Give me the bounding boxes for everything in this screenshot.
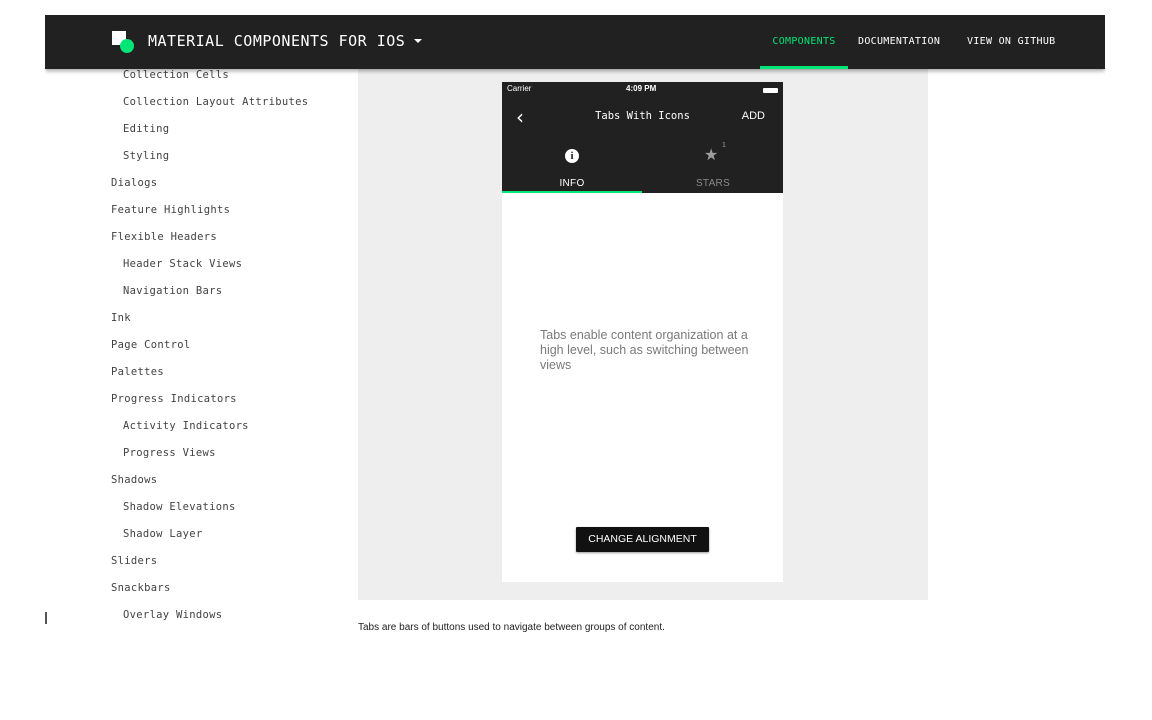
- page-caption: Tabs are bars of buttons used to navigat…: [358, 622, 665, 633]
- sidebar-item-collection-cells[interactable]: Collection Cells: [111, 69, 229, 81]
- sidebar-item-overlay-windows[interactable]: Overlay Windows: [111, 609, 222, 621]
- sidebar-item-styling[interactable]: Styling: [111, 150, 169, 162]
- change-alignment-button[interactable]: CHANGE ALIGNMENT: [576, 527, 709, 552]
- sidebar-item-header-stack-views[interactable]: Header Stack Views: [111, 258, 242, 270]
- tab-content-text: Tabs enable content organization at a hi…: [540, 328, 749, 372]
- nav-active-indicator: [760, 66, 848, 69]
- add-button[interactable]: ADD: [742, 110, 765, 122]
- battery-icon: [763, 88, 778, 93]
- star-icon: ★: [704, 145, 719, 164]
- sidebar-item-collection-layout-attributes[interactable]: Collection Layout Attributes: [111, 96, 308, 108]
- demo-panel: Carrier 4:09 PM ‹ Tabs With Icons ADD i …: [358, 69, 928, 600]
- logo-icon[interactable]: [112, 31, 136, 55]
- sidebar-item-navigation-bars[interactable]: Navigation Bars: [111, 285, 222, 297]
- top-app-bar: MATERIAL COMPONENTS FOR IOS COMPONENTS D…: [45, 15, 1105, 69]
- sidebar-item-progress-indicators[interactable]: Progress Indicators: [111, 393, 237, 405]
- tab-indicator: [502, 191, 642, 193]
- phone-header: Carrier 4:09 PM ‹ Tabs With Icons ADD i …: [502, 82, 783, 193]
- sidebar-item-flexible-headers[interactable]: Flexible Headers: [111, 231, 217, 243]
- status-carrier: Carrier: [507, 84, 532, 93]
- sidebar-item-dialogs[interactable]: Dialogs: [111, 177, 157, 189]
- tab-info[interactable]: INFO: [502, 178, 642, 189]
- sidebar-item-shadow-layer[interactable]: Shadow Layer: [111, 528, 202, 540]
- page-frame: MATERIAL COMPONENTS FOR IOS COMPONENTS D…: [45, 15, 1105, 720]
- sidebar-item-activity-indicators[interactable]: Activity Indicators: [111, 420, 249, 432]
- chevron-down-icon[interactable]: [414, 39, 422, 43]
- nav-view-on-github[interactable]: VIEW ON GITHUB: [967, 15, 1056, 69]
- sidebar-item-page-control[interactable]: Page Control: [111, 339, 190, 351]
- sidebar-item-shadows[interactable]: Shadows: [111, 474, 157, 486]
- sidebar-item-feature-highlights[interactable]: Feature Highlights: [111, 204, 230, 216]
- phone-screenshot: Carrier 4:09 PM ‹ Tabs With Icons ADD i …: [502, 82, 783, 582]
- status-time: 4:09 PM: [626, 84, 657, 93]
- sidebar-item-sliders[interactable]: Sliders: [111, 555, 157, 567]
- sidebar-item-shadow-elevations[interactable]: Shadow Elevations: [111, 501, 236, 513]
- sidebar-item-editing[interactable]: Editing: [111, 123, 169, 135]
- tab-stars[interactable]: STARS: [643, 178, 783, 189]
- sidebar-item-ink[interactable]: Ink: [111, 312, 131, 324]
- star-badge: 1: [722, 142, 726, 149]
- info-icon: i: [565, 149, 579, 163]
- brand-title[interactable]: MATERIAL COMPONENTS FOR IOS: [148, 32, 405, 50]
- sidebar-item-palettes[interactable]: Palettes: [111, 366, 164, 378]
- scroll-marker: [45, 612, 47, 624]
- nav-components[interactable]: COMPONENTS: [760, 15, 848, 69]
- nav-documentation[interactable]: DOCUMENTATION: [858, 15, 940, 69]
- sidebar-item-snackbars[interactable]: Snackbars: [111, 582, 171, 594]
- sidebar-item-progress-views[interactable]: Progress Views: [111, 447, 216, 459]
- nav-components-label: COMPONENTS: [772, 36, 836, 47]
